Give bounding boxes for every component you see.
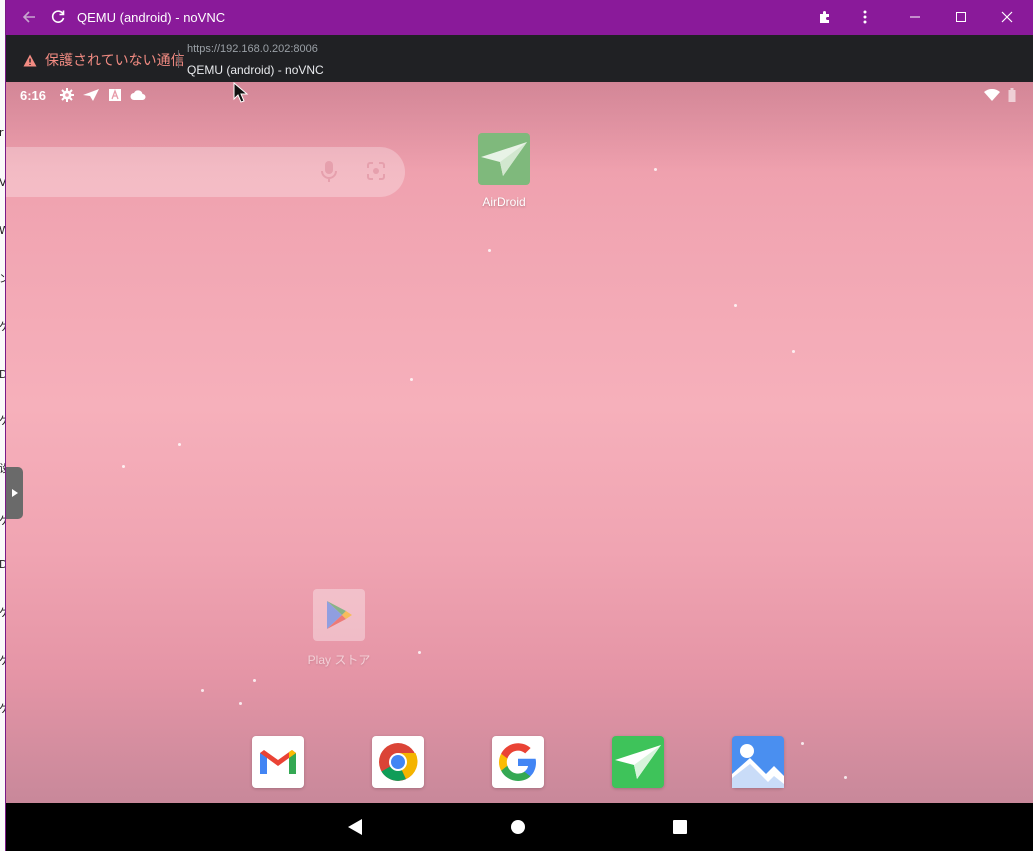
app-label: AirDroid	[482, 195, 526, 209]
airdroid-dock-icon[interactable]	[612, 736, 664, 788]
android-status-bar: 6:16	[6, 82, 1033, 108]
page-title: QEMU (android) - noVNC	[187, 63, 324, 77]
back-arrow-icon[interactable]	[20, 8, 38, 26]
play-store-icon	[313, 589, 365, 641]
google-icon[interactable]	[492, 736, 544, 788]
wifi-icon	[984, 87, 1000, 103]
gallery-icon[interactable]	[732, 736, 784, 788]
security-warning-label: 保護されていない通信	[45, 52, 185, 68]
back-icon[interactable]	[345, 817, 365, 837]
novnc-control-handle[interactable]	[6, 467, 23, 519]
minimize-icon[interactable]	[906, 8, 924, 26]
settings-icon	[59, 87, 75, 103]
android-nav-bar	[6, 803, 1033, 851]
mic-icon[interactable]	[320, 161, 338, 188]
gmail-icon[interactable]	[252, 736, 304, 788]
window-title: QEMU (android) - noVNC	[77, 10, 226, 25]
google-search-widget[interactable]	[6, 147, 405, 197]
warning-icon	[23, 54, 37, 66]
airdroid-icon	[478, 133, 530, 185]
app-label: Play ストア	[307, 653, 371, 667]
title-bar: QEMU (android) - noVNC	[6, 0, 1033, 35]
background-glyph: r	[0, 126, 4, 139]
security-warning[interactable]: 保護されていない通信	[23, 50, 185, 70]
more-menu-icon[interactable]	[856, 8, 874, 26]
recents-icon[interactable]	[670, 817, 690, 837]
home-icon[interactable]	[508, 817, 528, 837]
browser-window: QEMU (android) - noVNC 保護されていない通信 https:…	[5, 0, 1033, 851]
android-screen[interactable]: 6:16 AirDroid Play ストア	[6, 82, 1033, 803]
cloud-icon	[130, 87, 146, 103]
home-app-play-store[interactable]: Play ストア	[299, 589, 379, 668]
address-bar[interactable]: 保護されていない通信 https://192.168.0.202:8006 QE…	[6, 35, 1033, 82]
chrome-icon[interactable]	[372, 736, 424, 788]
extensions-icon[interactable]	[816, 8, 834, 26]
battery-icon	[1004, 87, 1020, 103]
reload-icon[interactable]	[49, 8, 67, 26]
url-text[interactable]: https://192.168.0.202:8006	[187, 43, 318, 55]
airdroid-notify-icon	[83, 87, 99, 103]
maximize-icon[interactable]	[952, 8, 970, 26]
a-icon	[107, 87, 123, 103]
home-app-airdroid[interactable]: AirDroid	[464, 133, 544, 209]
lens-icon[interactable]	[366, 161, 386, 186]
mouse-cursor-icon	[233, 81, 249, 109]
address-divider	[178, 50, 179, 68]
status-time: 6:16	[20, 88, 47, 103]
close-icon[interactable]	[998, 8, 1016, 26]
